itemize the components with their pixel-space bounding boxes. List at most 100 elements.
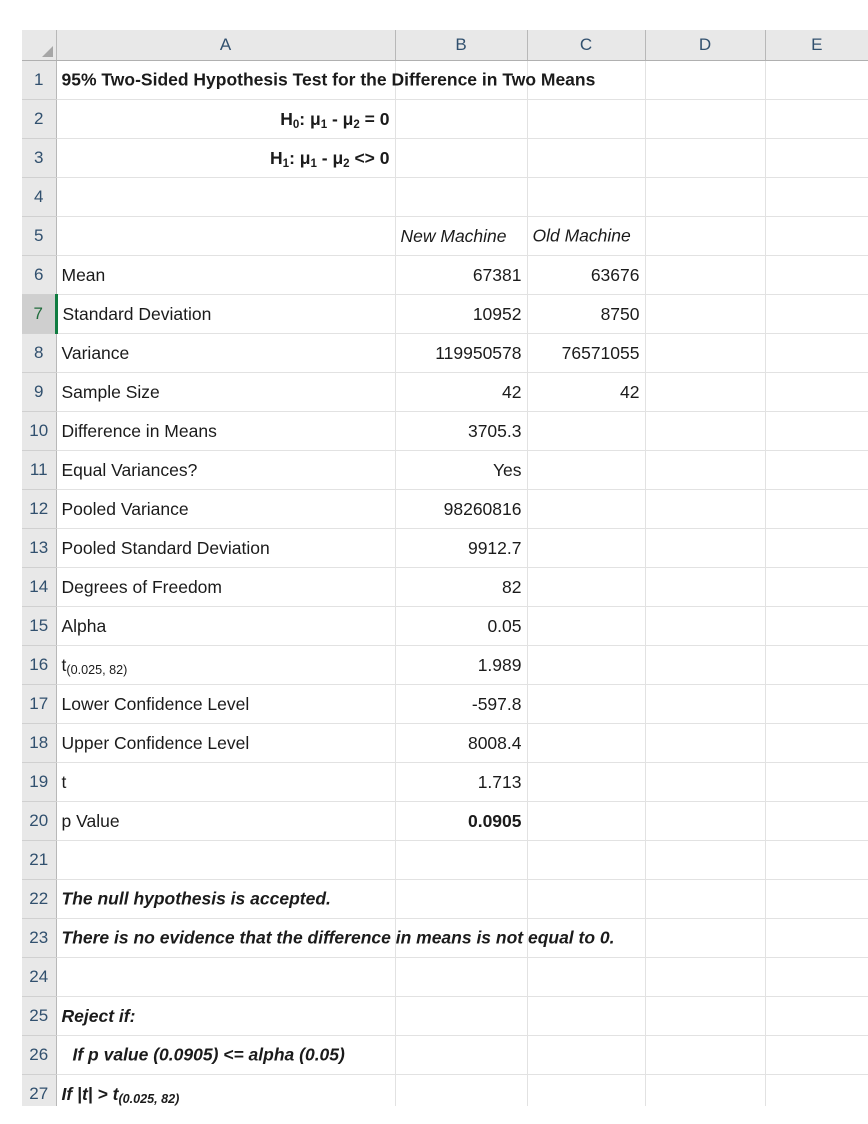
column-header-e[interactable]: E — [765, 30, 868, 61]
cell-b12-pooled-variance[interactable]: 98260816 — [395, 489, 528, 529]
cell-e15[interactable] — [765, 606, 868, 646]
cell-a3-alt-hypothesis[interactable]: H1: μ1 - μ2 <> 0 — [56, 138, 396, 178]
cell-a16-t-critical-label[interactable]: t(0.025, 82) — [56, 645, 396, 685]
cell-c19[interactable] — [527, 762, 646, 802]
cell-a23-interpretation[interactable]: There is no evidence that the difference… — [56, 918, 615, 958]
cell-e11[interactable] — [765, 450, 868, 490]
cell-b22[interactable] — [395, 879, 528, 919]
cell-d9[interactable] — [645, 372, 766, 412]
cell-b2[interactable] — [395, 99, 528, 139]
cell-b15-alpha[interactable]: 0.05 — [395, 606, 528, 646]
cell-c11[interactable] — [527, 450, 646, 490]
cell-e23[interactable] — [765, 918, 868, 958]
cell-c20[interactable] — [527, 801, 646, 841]
row-header-6[interactable]: 6 — [22, 255, 57, 295]
row-header-11[interactable]: 11 — [22, 450, 57, 490]
cell-c27[interactable] — [527, 1074, 646, 1106]
cell-d20[interactable] — [645, 801, 766, 841]
row-header-16[interactable]: 16 — [22, 645, 57, 685]
row-header-9[interactable]: 9 — [22, 372, 57, 412]
row-header-20[interactable]: 20 — [22, 801, 57, 841]
cell-c7-sd-old[interactable]: 8750 — [527, 294, 646, 334]
cell-a20-label[interactable]: p Value — [56, 801, 396, 841]
cell-a14-label[interactable]: Degrees of Freedom — [56, 567, 396, 607]
cell-d1[interactable] — [645, 60, 766, 100]
cell-d7[interactable] — [645, 294, 766, 334]
cell-a27-reject-rule-tstat[interactable]: If |t| > t(0.025, 82) — [56, 1074, 396, 1106]
cell-e14[interactable] — [765, 567, 868, 607]
cell-c16[interactable] — [527, 645, 646, 685]
cell-d18[interactable] — [645, 723, 766, 763]
cell-a19-label[interactable]: t — [56, 762, 396, 802]
row-header-26[interactable]: 26 — [22, 1035, 57, 1075]
cell-e17[interactable] — [765, 684, 868, 724]
cell-e24[interactable] — [765, 957, 868, 997]
cell-b20-p-value[interactable]: 0.0905 — [395, 801, 528, 841]
cell-c10[interactable] — [527, 411, 646, 451]
cell-b13-pooled-sd[interactable]: 9912.7 — [395, 528, 528, 568]
cell-c13[interactable] — [527, 528, 646, 568]
row-header-7-active[interactable]: 7 — [22, 294, 58, 334]
cell-c9-n-old[interactable]: 42 — [527, 372, 646, 412]
row-header-27[interactable]: 27 — [22, 1074, 57, 1106]
cell-c15[interactable] — [527, 606, 646, 646]
row-header-2[interactable]: 2 — [22, 99, 57, 139]
cell-c14[interactable] — [527, 567, 646, 607]
row-header-22[interactable]: 22 — [22, 879, 57, 919]
cell-c3[interactable] — [527, 138, 646, 178]
cell-a6-label[interactable]: Mean — [56, 255, 396, 295]
cell-c18[interactable] — [527, 723, 646, 763]
row-header-8[interactable]: 8 — [22, 333, 57, 373]
row-header-3[interactable]: 3 — [22, 138, 57, 178]
cell-e20[interactable] — [765, 801, 868, 841]
row-header-15[interactable]: 15 — [22, 606, 57, 646]
cell-e9[interactable] — [765, 372, 868, 412]
cell-a11-label[interactable]: Equal Variances? — [56, 450, 396, 490]
cell-e7[interactable] — [765, 294, 868, 334]
cell-d26[interactable] — [645, 1035, 766, 1075]
cell-b3[interactable] — [395, 138, 528, 178]
cell-b6-mean-new[interactable]: 67381 — [395, 255, 528, 295]
column-header-c[interactable]: C — [527, 30, 646, 61]
spreadsheet-grid[interactable]: A B C D E 1 95% Two-Sided Hypothesis Tes… — [22, 30, 868, 1106]
cell-b11-equal-variances[interactable]: Yes — [395, 450, 528, 490]
cell-d2[interactable] — [645, 99, 766, 139]
row-header-25[interactable]: 25 — [22, 996, 57, 1036]
cell-e27[interactable] — [765, 1074, 868, 1106]
cell-a1-title[interactable]: 95% Two-Sided Hypothesis Test for the Di… — [56, 60, 595, 100]
cell-e16[interactable] — [765, 645, 868, 685]
cell-a12-label[interactable]: Pooled Variance — [56, 489, 396, 529]
cell-e4[interactable] — [765, 177, 868, 217]
cell-c12[interactable] — [527, 489, 646, 529]
cell-c24[interactable] — [527, 957, 646, 997]
cell-b5-new-machine-header[interactable]: New Machine — [395, 216, 528, 256]
cell-a13-label[interactable]: Pooled Standard Deviation — [56, 528, 396, 568]
cell-d22[interactable] — [645, 879, 766, 919]
row-header-4[interactable]: 4 — [22, 177, 57, 217]
cell-a25-reject-if-heading[interactable]: Reject if: — [56, 996, 396, 1036]
cell-a22-conclusion[interactable]: The null hypothesis is accepted. — [56, 879, 396, 919]
cell-d21[interactable] — [645, 840, 766, 880]
row-header-13[interactable]: 13 — [22, 528, 57, 568]
cell-e2[interactable] — [765, 99, 868, 139]
cell-e5[interactable] — [765, 216, 868, 256]
cell-a7-label[interactable]: Standard Deviation — [56, 294, 396, 334]
cell-e18[interactable] — [765, 723, 868, 763]
cell-c21[interactable] — [527, 840, 646, 880]
cell-d3[interactable] — [645, 138, 766, 178]
cell-b7-sd-new[interactable]: 10952 — [395, 294, 528, 334]
cell-e13[interactable] — [765, 528, 868, 568]
row-header-1[interactable]: 1 — [22, 60, 57, 100]
cell-d14[interactable] — [645, 567, 766, 607]
row-header-23[interactable]: 23 — [22, 918, 57, 958]
cell-d13[interactable] — [645, 528, 766, 568]
cell-b8-variance-new[interactable]: 119950578 — [395, 333, 528, 373]
cell-d10[interactable] — [645, 411, 766, 451]
cell-c8-variance-old[interactable]: 76571055 — [527, 333, 646, 373]
row-header-19[interactable]: 19 — [22, 762, 57, 802]
column-header-b[interactable]: B — [395, 30, 528, 61]
cell-a5[interactable] — [56, 216, 396, 256]
cell-d15[interactable] — [645, 606, 766, 646]
cell-a24[interactable] — [56, 957, 396, 997]
cell-a21[interactable] — [56, 840, 396, 880]
